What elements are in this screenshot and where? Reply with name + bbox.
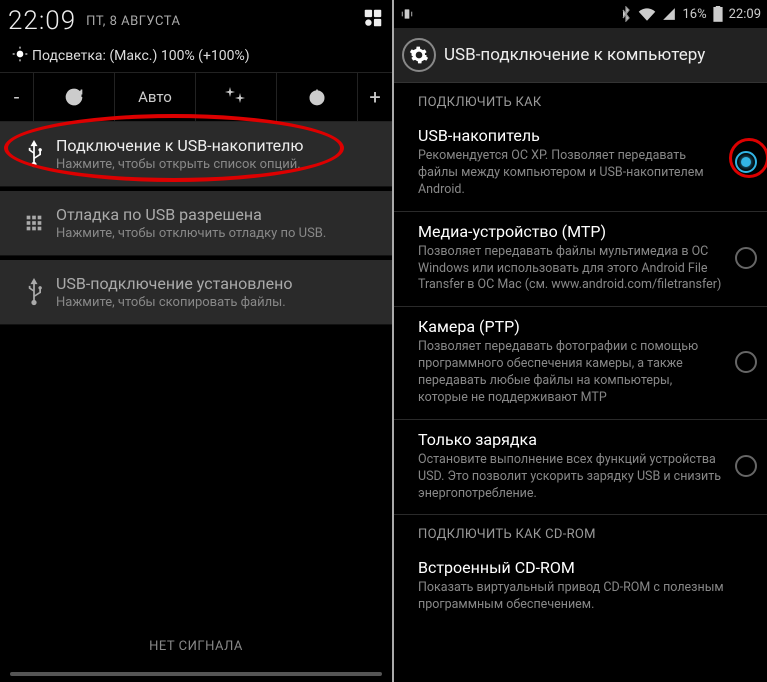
- wifi-icon: [638, 7, 656, 21]
- contacts-icon[interactable]: [362, 7, 384, 35]
- radio-button[interactable]: [735, 151, 757, 173]
- status-bar: 22:09 ПТ, 8 АВГУСТА: [0, 0, 392, 42]
- option-mtp[interactable]: Медиа-устройство (MTP) Позволяет передав…: [394, 212, 767, 308]
- option-cdrom[interactable]: Встроенный CD-ROM Показать виртуальный п…: [394, 548, 767, 626]
- notification-subtitle: Нажмите, чтобы отключить отладку по USB.: [56, 226, 326, 241]
- option-desc: Позволяет передавать файлы мультимедиа в…: [418, 244, 725, 295]
- refresh-button[interactable]: [34, 73, 115, 121]
- notification-subtitle: Нажмите, чтобы скопировать файлы.: [56, 295, 292, 310]
- status-bar: 16% 22:09: [394, 0, 767, 28]
- settings-gear-icon[interactable]: [402, 38, 436, 72]
- option-ptp[interactable]: Камера (PTP) Позволяет передавать фотогр…: [394, 307, 767, 420]
- option-title: Только зарядка: [418, 430, 725, 449]
- page-title: USB-подключение к компьютеру: [444, 45, 705, 65]
- option-desc: Показать виртуальный привод CD-ROM с пол…: [418, 580, 747, 614]
- option-usb-storage[interactable]: USB-накопитель Рекомендуется ОС XP. Позв…: [394, 116, 767, 212]
- brightness-plus-button[interactable]: +: [358, 73, 392, 121]
- settings-header: USB-подключение к компьютеру: [394, 28, 767, 83]
- signal-icon: [662, 7, 676, 21]
- option-charge-only[interactable]: Только зарядка Остановите выполнение все…: [394, 420, 767, 516]
- section-connect-cdrom: ПОДКЛЮЧИТЬ КАК CD-ROM: [394, 515, 767, 548]
- option-title: Встроенный CD-ROM: [418, 558, 747, 577]
- brightness-icon: [12, 46, 32, 66]
- brightness-row: Подсветка: (Макс.) 100% (+100%): [0, 42, 392, 72]
- notification-subtitle: Нажмите, чтобы открыть список опций.: [56, 157, 303, 172]
- option-title: Медиа-устройство (MTP): [418, 222, 725, 241]
- option-desc: Рекомендуется ОС XP. Позволяет передават…: [418, 148, 725, 199]
- radio-button[interactable]: [735, 455, 757, 477]
- brightness-label: Подсветка: (Макс.) 100% (+100%): [32, 48, 250, 64]
- option-title: Камера (PTP): [418, 317, 725, 336]
- notification-usb-storage[interactable]: Подключение к USB-накопителю Нажмите, чт…: [0, 122, 392, 187]
- option-desc: Позволяет передавать фотографии с помощь…: [418, 339, 725, 407]
- quick-toolbar: - Авто +: [0, 72, 392, 122]
- radio-button[interactable]: [735, 247, 757, 269]
- bluetooth-icon: [620, 6, 632, 22]
- usb-icon: [12, 278, 56, 306]
- status-time: 22:09: [729, 7, 761, 22]
- radio-button[interactable]: [735, 351, 757, 373]
- power-button[interactable]: [277, 73, 358, 121]
- battery-icon: [713, 6, 723, 22]
- notification-title: USB-подключение установлено: [56, 274, 292, 293]
- notification-title: Подключение к USB-накопителю: [56, 136, 303, 155]
- drawer-handle[interactable]: [10, 672, 382, 676]
- phone-left: 22:09 ПТ, 8 АВГУСТА Подсветка: (Макс.) 1…: [0, 0, 394, 682]
- section-connect-as: ПОДКЛЮЧИТЬ КАК: [394, 83, 767, 116]
- status-date: ПТ, 8 АВГУСТА: [86, 14, 180, 29]
- vibrate-icon: [400, 7, 414, 21]
- option-title: USB-накопитель: [418, 126, 725, 145]
- status-time: 22:09: [8, 6, 76, 36]
- notification-usb-connected[interactable]: USB-подключение установлено Нажмите, что…: [0, 260, 392, 325]
- no-signal-label: НЕТ СИГНАЛА: [0, 639, 392, 654]
- brightness-minus-button[interactable]: -: [0, 73, 34, 121]
- sparkle-button[interactable]: [196, 73, 277, 121]
- battery-percent: 16%: [682, 7, 706, 22]
- usb-icon: [12, 140, 56, 168]
- notification-usb-debug[interactable]: Отладка по USB разрешена Нажмите, чтобы …: [0, 191, 392, 256]
- phone-right: 16% 22:09 USB-подключение к компьютеру П…: [394, 0, 767, 682]
- notification-title: Отладка по USB разрешена: [56, 205, 326, 224]
- debug-icon: [12, 212, 56, 234]
- option-desc: Остановите выполнение всех функций устро…: [418, 452, 725, 503]
- auto-button[interactable]: Авто: [115, 73, 196, 121]
